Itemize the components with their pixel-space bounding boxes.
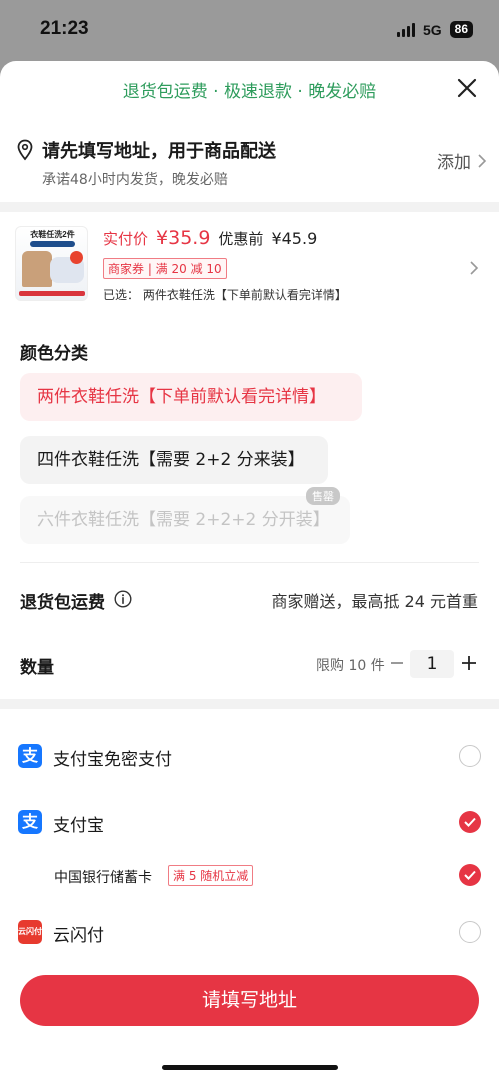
actual-price: ¥35.9 <box>156 227 211 249</box>
sold-out-badge: 售罄 <box>306 487 340 505</box>
section-separator <box>0 699 499 709</box>
section-separator <box>0 202 499 212</box>
return-shipping-label: 退货包运费 <box>20 593 105 613</box>
fill-address-button[interactable]: 请填写地址 <box>20 975 479 1026</box>
bank-promo-badge: 满 5 随机立减 <box>168 865 254 886</box>
battery-icon: 86 <box>449 21 473 38</box>
purchase-limit-text: 限购 10 件 <box>316 658 385 674</box>
quantity-increase-button[interactable] <box>459 651 479 675</box>
radio-unchecked[interactable] <box>459 921 481 943</box>
bank-card-label: 中国银行储蓄卡 <box>54 870 152 886</box>
quantity-input[interactable]: 1 <box>410 650 454 678</box>
purchase-sheet: 退货包运费 · 极速退款 · 晚发必赔 请先填写地址，用于商品配送 承诺48小时… <box>0 61 499 1080</box>
close-icon[interactable] <box>455 76 479 100</box>
product-thumbnail[interactable]: 衣鞋任洗2件 <box>15 226 88 301</box>
variant-option-six-items: 六件衣鞋任洗【需要 2+2+2 分开装】 <box>20 496 350 544</box>
alipay-icon: 支 <box>18 810 42 834</box>
payment-option-alipay[interactable]: 支 支付宝 <box>0 803 499 843</box>
payment-option-unionpay[interactable]: 云闪付 云闪付 <box>0 913 499 953</box>
actual-price-label: 实付价 <box>103 230 149 248</box>
variant-option-four-items[interactable]: 四件衣鞋任洗【需要 2+2 分来装】 <box>20 436 328 484</box>
alipay-icon: 支 <box>18 744 42 768</box>
status-bar: 21:23 5G 86 <box>0 0 499 62</box>
address-prompt-subtitle: 承诺48小时内发货，晚发必赔 <box>42 172 228 188</box>
original-price: ¥45.9 <box>271 229 318 248</box>
chevron-right-icon[interactable] <box>469 260 479 276</box>
radio-unchecked[interactable] <box>459 745 481 767</box>
location-pin-icon <box>17 139 33 161</box>
selected-variant-text: 已选： 两件衣鞋任洗【下单前默认看完详情】 <box>103 288 347 302</box>
service-banner: 退货包运费 · 极速退款 · 晚发必赔 <box>122 82 377 102</box>
network-label: 5G <box>422 21 442 38</box>
payment-option-label: 支付宝 <box>53 816 104 836</box>
original-price-label: 优惠前 <box>218 230 264 248</box>
checkmark-icon <box>464 870 476 880</box>
signal-icon <box>396 22 415 37</box>
return-shipping-value: 商家赠送，最高抵 24 元首重 <box>271 592 478 611</box>
address-prompt-title: 请先填写地址，用于商品配送 <box>42 141 276 162</box>
price-row: 实付价 ¥35.9 优惠前 ¥45.9 <box>103 227 317 249</box>
variant-option-two-items[interactable]: 两件衣鞋任洗【下单前默认看完详情】 <box>20 373 362 421</box>
variant-section-title: 颜色分类 <box>20 344 88 364</box>
status-time: 21:23 <box>40 18 89 39</box>
radio-checked[interactable] <box>459 811 481 833</box>
thumbnail-caption: 衣鞋任洗2件 <box>30 230 75 239</box>
add-address-label: 添加 <box>437 153 471 173</box>
quantity-label: 数量 <box>20 658 54 678</box>
payment-option-bank-card[interactable]: 中国银行储蓄卡 满 5 随机立减 <box>0 856 499 896</box>
unionpay-icon: 云闪付 <box>18 920 42 944</box>
payment-option-label: 支付宝免密支付 <box>53 750 172 770</box>
home-indicator[interactable] <box>162 1065 338 1070</box>
info-icon[interactable] <box>114 590 132 608</box>
divider <box>20 562 479 563</box>
radio-checked[interactable] <box>459 864 481 886</box>
status-icons: 5G 86 <box>396 21 473 38</box>
merchant-coupon-badge: 商家券 | 满 20 减 10 <box>103 258 227 279</box>
quantity-decrease-button[interactable] <box>389 651 405 675</box>
payment-option-alipay-passwordless[interactable]: 支 支付宝免密支付 <box>0 737 499 777</box>
chevron-right-icon <box>478 153 487 168</box>
add-address-button[interactable]: 添加 <box>437 148 487 173</box>
checkmark-icon <box>464 817 476 827</box>
payment-option-label: 云闪付 <box>53 926 104 946</box>
